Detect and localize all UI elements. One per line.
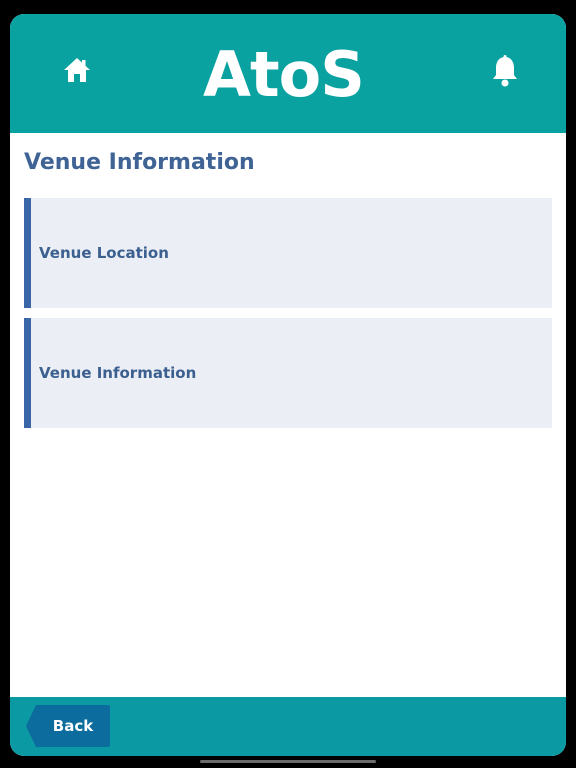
footer-bar: Back: [10, 697, 566, 756]
back-button[interactable]: Back: [26, 705, 110, 747]
app-screen: AtoS Venue Information Venue Location Ve…: [10, 14, 566, 756]
header-bar: AtoS: [10, 14, 566, 133]
card-label: Venue Information: [39, 364, 197, 382]
home-icon: [64, 58, 90, 82]
notifications-button[interactable]: [490, 54, 520, 88]
page-title: Venue Information: [24, 150, 255, 175]
atos-logo: AtoS: [203, 38, 365, 111]
home-indicator: [200, 760, 376, 763]
card-label: Venue Location: [39, 244, 169, 262]
bell-icon: [493, 55, 517, 87]
home-button[interactable]: [62, 56, 92, 84]
venue-location-card[interactable]: Venue Location: [24, 198, 552, 308]
venue-information-card[interactable]: Venue Information: [24, 318, 552, 428]
